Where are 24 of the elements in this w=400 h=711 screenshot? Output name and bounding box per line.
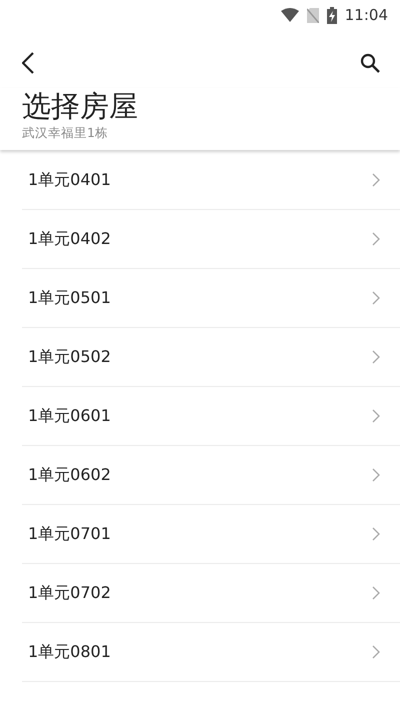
- room-list-item[interactable]: 1单元0702: [22, 564, 400, 623]
- page-title: 选择房屋: [22, 88, 138, 124]
- chevron-right-icon: [372, 409, 380, 423]
- room-list-item[interactable]: 1单元0701: [22, 505, 400, 564]
- chevron-right-icon: [372, 645, 380, 659]
- room-list-item[interactable]: 1单元0402: [22, 210, 400, 269]
- clock-time: 11:04: [344, 6, 388, 24]
- chevron-right-icon: [372, 291, 380, 305]
- room-list-item[interactable]: 1单元0801: [22, 623, 400, 682]
- room-list-item[interactable]: 1单元0501: [22, 269, 400, 328]
- chevron-right-icon: [372, 173, 380, 187]
- battery-charging-icon: [326, 6, 337, 24]
- room-list-item[interactable]: 1单元0601: [22, 387, 400, 446]
- wifi-icon: [280, 8, 299, 22]
- room-list-item[interactable]: 1单元0602: [22, 446, 400, 505]
- chevron-right-icon: [372, 586, 380, 600]
- chevron-right-icon: [372, 232, 380, 246]
- chevron-right-icon: [372, 527, 380, 541]
- room-list-item[interactable]: 1单元0401: [22, 151, 400, 210]
- chevron-right-icon: [372, 350, 380, 364]
- no-sim-icon: [306, 8, 319, 22]
- room-list-item[interactable]: 1单元0502: [22, 328, 400, 387]
- building-subtitle: 武汉幸福里1栋: [22, 124, 108, 142]
- chevron-right-icon: [372, 468, 380, 482]
